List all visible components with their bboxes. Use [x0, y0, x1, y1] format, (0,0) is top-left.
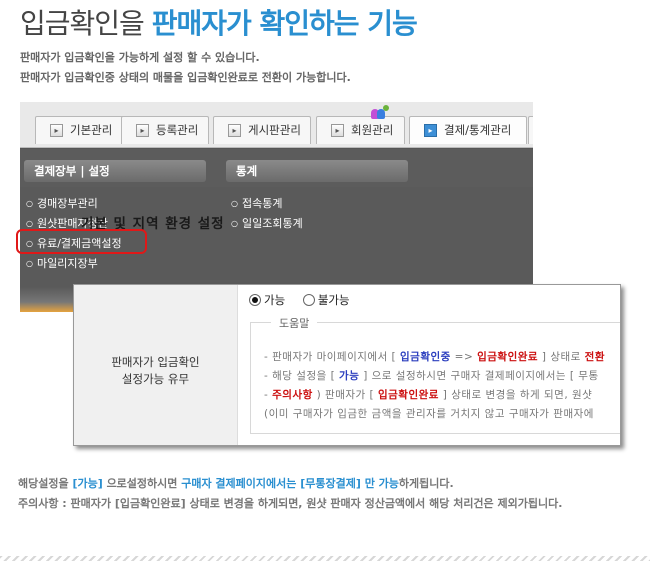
admin-subbar: 결제장부 | 설정 통계: [20, 149, 533, 187]
bottom-notes: 해당설정을 [가능] 으로설정하시면 구매자 결제페이지에서는 [무통장결제] …: [18, 474, 562, 514]
tab-label: 등록관리: [156, 123, 199, 137]
submenu-item-daily-view-stats[interactable]: 일일조회통계: [231, 215, 303, 231]
tab-label: 결제/통계관리: [444, 123, 512, 137]
setting-label: 판매자가 입금확인 설정가능 유무: [74, 285, 238, 445]
submenu-item-mileage-ledger[interactable]: 마일리지장부: [26, 255, 98, 271]
radio-group: 가능 불가능: [249, 292, 364, 308]
intro-line: 판매자가 입금확인중 상태의 매물을 입금확인완료로 전환이 가능합니다.: [20, 71, 351, 84]
tab-label: 기본관리: [70, 123, 113, 137]
radio-unselected-icon[interactable]: [302, 294, 315, 306]
tab-partial: [528, 116, 533, 144]
tab-payment-stats-management[interactable]: ▸ 결제/통계관리: [409, 116, 527, 144]
setting-label-line: 설정가능 유무: [121, 372, 190, 386]
page-icon: ▸: [424, 124, 437, 137]
tab-label: 회원관리: [351, 123, 394, 137]
admin-screenshot: ▸ 기본관리 ▸ 등록관리 ▸ 게시판관리 ▸ 회원관리 ▸ 결제/통계관리 결제장부 |…: [20, 102, 533, 312]
page-icon: ▸: [136, 124, 149, 137]
page-title-highlight: 판매자가 확인하는 기능: [151, 7, 418, 40]
page-icon: ▸: [50, 124, 63, 137]
setting-panel: 판매자가 입금확인 설정가능 유무 가능 불가능 도움말 - 판매자가 마이페이…: [73, 284, 621, 446]
radio-option-possible[interactable]: 가능: [249, 292, 285, 308]
page-title: 입금확인을 판매자가 확인하는 기능: [20, 2, 418, 42]
tab-board-management[interactable]: ▸ 게시판관리: [213, 116, 311, 144]
help-line: - 판매자가 마이페이지에서 [ 입금확인중 => 입금확인완료 ] 상태로 전…: [264, 351, 605, 363]
tab-member-management[interactable]: ▸ 회원관리: [316, 116, 405, 144]
submenu-item-auction-ledger[interactable]: 경매장부관리: [26, 195, 98, 211]
members-icon: [371, 105, 391, 119]
submenu-item-access-stats[interactable]: 접속통계: [231, 195, 282, 211]
help-title: 도움말: [271, 315, 318, 331]
page-icon: ▸: [228, 124, 241, 137]
intro-line: 판매자가 입금확인을 가능하게 설정 할 수 있습니다.: [20, 51, 260, 64]
page-title-main: 입금확인을: [20, 7, 152, 40]
section-heading-statistics: 통계: [226, 160, 408, 182]
note-line: 주의사항 : 판매자가 [입금확인완료] 상태로 변경을 하게되면, 원샷 판매…: [18, 497, 563, 510]
tab-basic-management[interactable]: ▸ 기본관리: [35, 116, 127, 144]
help-box: 도움말 - 판매자가 마이페이지에서 [ 입금확인중 => 입금확인완료 ] 상…: [250, 315, 620, 434]
tab-label: 게시판관리: [248, 123, 301, 137]
admin-menubar: ▸ 기본관리 ▸ 등록관리 ▸ 게시판관리 ▸ 회원관리 ▸ 결제/통계관리: [20, 102, 533, 148]
dashed-divider: [0, 556, 650, 561]
help-line: - 해당 설정을 [ 가능 ] 으로 설정하시면 구매자 결제페이지에서는 [ …: [264, 370, 599, 382]
intro-text: 판매자가 입금확인을 가능하게 설정 할 수 있습니다. 판매자가 입금확인중 …: [20, 48, 351, 88]
radio-label: 가능: [264, 293, 286, 307]
tab-registration-management[interactable]: ▸ 등록관리: [121, 116, 209, 144]
radio-selected-icon[interactable]: [249, 294, 261, 306]
setting-label-line: 판매자가 입금확인: [111, 355, 200, 369]
page-icon: ▸: [331, 124, 344, 137]
help-line: (이미 구매자가 입금한 금액을 관리자를 거치지 않고 구매자가 판매자에: [264, 408, 594, 420]
note-line: 해당설정을 [가능] 으로설정하시면 구매자 결제페이지에서는 [무통장결제] …: [18, 477, 454, 490]
section-heading-payment-ledger: 결제장부 | 설정: [24, 160, 206, 182]
highlight-box: [16, 229, 147, 254]
help-line: - 주의사항 ) 판매자가 [ 입금확인완료 ] 상태로 변경을 하게 되면, …: [264, 389, 593, 401]
radio-label: 불가능: [317, 293, 350, 307]
radio-option-impossible[interactable]: 불가능: [302, 292, 350, 308]
